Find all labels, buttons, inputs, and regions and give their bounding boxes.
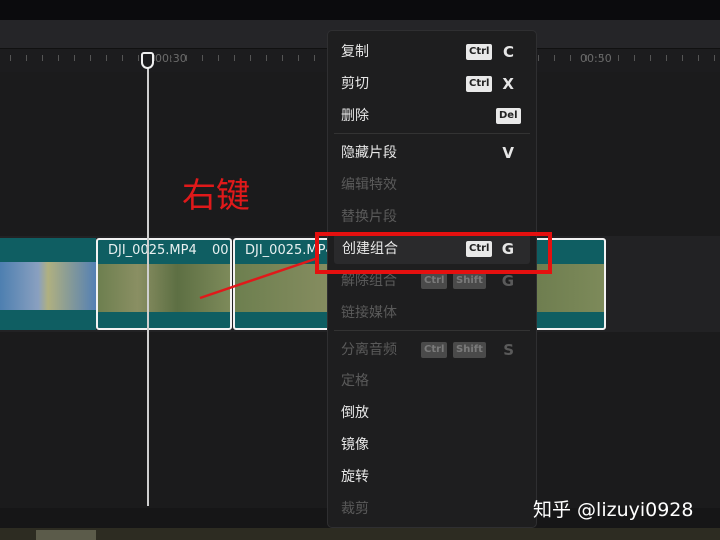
menu-item: 链接媒体: [328, 298, 536, 328]
menu-item: 裁剪: [328, 494, 536, 524]
menu-item-label: 链接媒体: [341, 305, 397, 321]
menu-item: 分离音频 Ctrl Shift S: [328, 335, 536, 365]
menu-item-label: 删除: [341, 108, 369, 124]
menu-item[interactable]: 倒放: [328, 398, 536, 428]
menu-item-label: 镜像: [341, 437, 369, 453]
shortcut-key: C: [502, 43, 514, 61]
shortcut-key: S: [503, 341, 514, 359]
menu-item-label: 旋转: [341, 469, 369, 485]
menu-item-label: 定格: [341, 373, 369, 389]
menu-item-label: 解除组合: [341, 273, 397, 289]
menu-item-label: 编辑特效: [341, 177, 397, 193]
shortcut-modifier: Shift: [453, 273, 486, 289]
menu-item[interactable]: 删除 Del: [328, 101, 536, 131]
menu-item: 定格: [328, 366, 536, 396]
highlight-box: [315, 232, 552, 274]
menu-item-label: 倒放: [341, 405, 369, 421]
menu-item: 编辑特效: [328, 170, 536, 200]
menu-divider: [334, 133, 530, 134]
shortcut-key: X: [502, 75, 514, 93]
shortcut-modifier: Ctrl: [421, 342, 448, 358]
menu-item: 替换片段: [328, 202, 536, 232]
shortcut-modifier: Ctrl: [466, 76, 493, 92]
shortcut-modifier: Ctrl: [421, 273, 448, 289]
menu-item-label: 分离音频: [341, 342, 397, 358]
menu-item-label: 复制: [341, 44, 369, 60]
shortcut-key: V: [502, 144, 514, 162]
context-menu: 复制 Ctrl C 剪切 Ctrl X 删除 Del 隐藏片段 V 编辑特效 替换片段 创建组合 Ctrl…: [327, 30, 537, 528]
menu-item-label: 隐藏片段: [341, 145, 397, 161]
watermark: 知乎 @lizuyi0928: [533, 499, 694, 521]
shortcut-modifier: Shift: [453, 342, 486, 358]
shortcut-modifier: Del: [496, 108, 521, 124]
menu-item[interactable]: 隐藏片段 V: [328, 138, 536, 168]
menu-item[interactable]: 旋转: [328, 462, 536, 492]
menu-item[interactable]: 复制 Ctrl C: [328, 37, 536, 67]
menu-item-label: 裁剪: [341, 501, 369, 517]
shortcut-modifier: Ctrl: [466, 44, 493, 60]
menu-item[interactable]: 镜像: [328, 430, 536, 460]
menu-item[interactable]: 剪切 Ctrl X: [328, 69, 536, 99]
menu-item-label: 替换片段: [341, 209, 397, 225]
menu-item-label: 剪切: [341, 76, 369, 92]
menu-divider: [334, 330, 530, 331]
